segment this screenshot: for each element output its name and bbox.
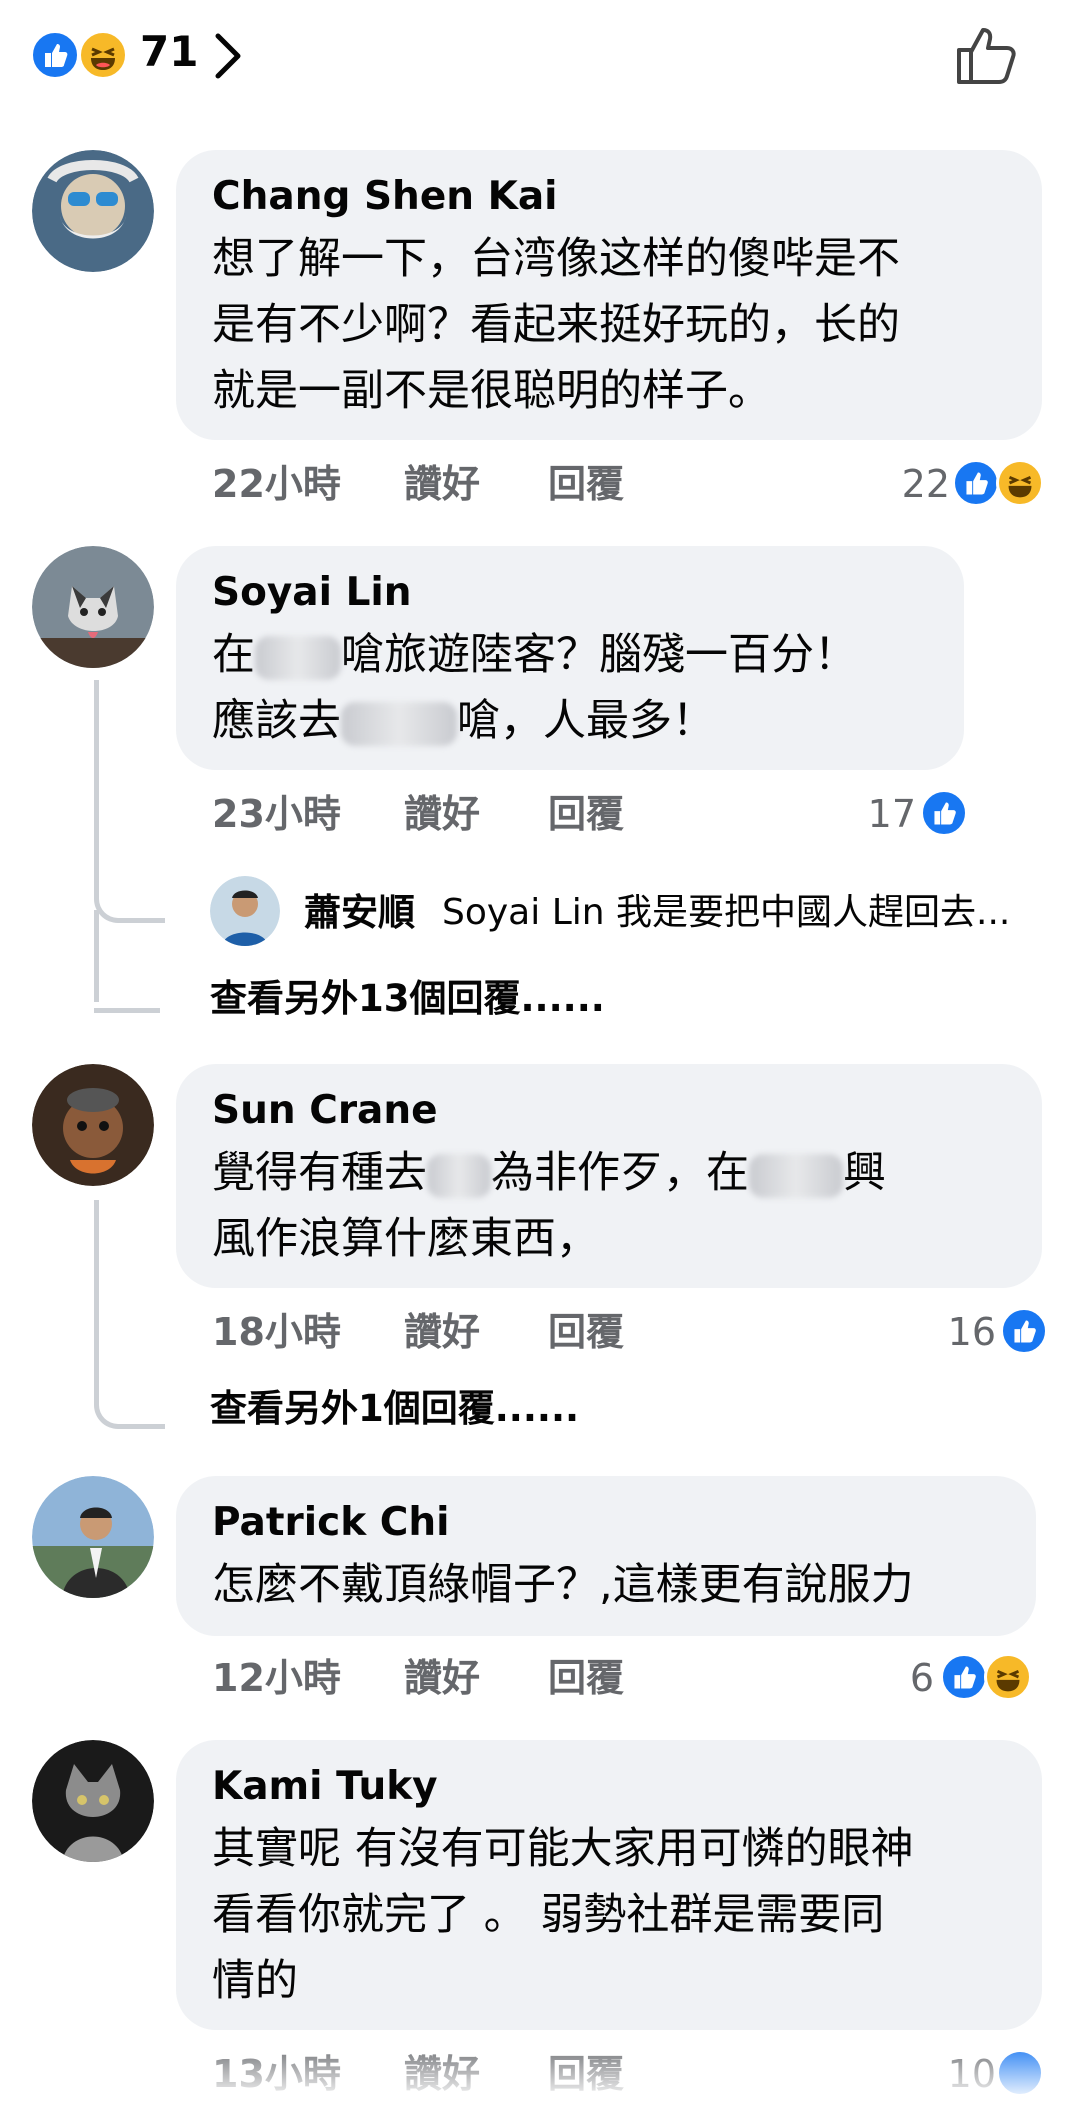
- comment-bubble: Chang Shen Kai 想了解一下，台湾像这样的傻哔是不 是有不少啊？看起…: [176, 150, 1042, 440]
- comment-time: 23小時: [212, 792, 341, 836]
- commenter-name[interactable]: Soyai Lin: [212, 568, 928, 618]
- commenter-name[interactable]: Chang Shen Kai: [212, 172, 1006, 222]
- avatar[interactable]: [32, 1476, 154, 1598]
- reply-preview-text[interactable]: Soyai Lin 我是要把中國人趕回去...: [442, 888, 1010, 938]
- comment-text: 覺得有種去 為非作歹，在 興 風作浪算什麼東西，: [212, 1140, 1006, 1272]
- comment-reaction-count: 10: [947, 2052, 996, 2096]
- comment-reaction-count: 22: [901, 462, 950, 506]
- thread-line: [94, 918, 160, 1013]
- text-fragment: 應該去: [212, 696, 341, 746]
- comment-time: 13小時: [212, 2052, 341, 2096]
- comment-line: 是有不少啊？看起来挺好玩的，长的: [212, 300, 900, 350]
- reaction-count[interactable]: 71: [140, 22, 198, 82]
- reply-comment-button[interactable]: 回覆: [548, 1304, 624, 1360]
- comment-bubble: Sun Crane 覺得有種去 為非作歹，在 興 風作浪算什麼東西，: [176, 1064, 1042, 1288]
- comment-reactions[interactable]: 16: [920, 1304, 1050, 1360]
- like-reaction-icon: [30, 30, 80, 80]
- comment-reactions[interactable]: 6: [860, 1650, 1040, 1706]
- haha-icon: [996, 459, 1044, 507]
- reply-comment-button[interactable]: 回覆: [548, 786, 624, 842]
- like-icon: [952, 459, 1000, 507]
- post-reaction-bar: 71: [0, 0, 1080, 110]
- like-comment-button[interactable]: 讚好: [404, 1304, 480, 1360]
- haha-reaction-icon: [78, 30, 128, 80]
- comment-line: 在 嗆旅遊陸客？腦殘一百分！: [212, 622, 928, 688]
- thread-line: [94, 1200, 165, 1429]
- text-fragment: 覺得有種去: [212, 1148, 427, 1198]
- avatar[interactable]: [32, 150, 154, 272]
- comment-time: 18小時: [212, 1310, 341, 1354]
- comment-actions: 23小時 讚好 回覆: [212, 786, 712, 842]
- comment-actions: 22小時 讚好 回覆: [212, 456, 712, 512]
- reaction-summary[interactable]: [30, 30, 130, 80]
- comment-line: 想了解一下，台湾像这样的傻哔是不: [212, 234, 900, 284]
- comment-line: 怎麼不戴頂綠帽子？,這樣更有說服力: [212, 1560, 914, 1610]
- haha-icon: [984, 1653, 1032, 1701]
- comment-line: 看看你就完了 。 弱勢社群是需要同: [212, 1890, 885, 1940]
- thread-line: [94, 680, 165, 923]
- censor-blur: [341, 701, 457, 746]
- comment-bubble: Kami Tuky 其實呢 有沒有可能大家用可憐的眼神 看看你就完了 。 弱勢社…: [176, 1740, 1042, 2030]
- avatar[interactable]: [32, 1740, 154, 1862]
- comment-line: 風作浪算什麼東西，: [212, 1214, 599, 1264]
- comment-line: 應該去 嗆，人最多！: [212, 688, 928, 754]
- text-fragment: 嗆旅遊陸客？腦殘一百分！: [341, 630, 857, 680]
- reply-comment-button[interactable]: 回覆: [548, 456, 624, 512]
- text-fragment: 嗆，人最多！: [457, 696, 715, 746]
- avatar[interactable]: [210, 876, 280, 946]
- text-fragment: 在: [212, 630, 255, 680]
- text-fragment: 為非作歹，在: [491, 1148, 749, 1198]
- comment-text: 怎麼不戴頂綠帽子？,這樣更有說服力: [212, 1552, 1000, 1618]
- like-icon: [1000, 1307, 1048, 1355]
- censor-blur: [749, 1153, 843, 1198]
- comment-reactions[interactable]: 10: [900, 2046, 1044, 2102]
- comment-reaction-count: 17: [867, 792, 916, 836]
- reply-comment-button[interactable]: 回覆: [548, 2046, 624, 2102]
- comment-time: 22小時: [212, 462, 341, 506]
- like-icon: [996, 2049, 1044, 2097]
- comment-line: 情的: [212, 1956, 298, 2006]
- like-icon: [940, 1653, 988, 1701]
- commenter-name[interactable]: Sun Crane: [212, 1086, 1006, 1136]
- like-comment-button[interactable]: 讚好: [404, 2046, 480, 2102]
- commenter-name[interactable]: Kami Tuky: [212, 1762, 1006, 1812]
- view-more-replies-link[interactable]: 查看另外1個回覆......: [210, 1384, 579, 1434]
- censor-blur: [427, 1153, 491, 1198]
- comment-bubble: Soyai Lin 在 嗆旅遊陸客？腦殘一百分！ 應該去 嗆，人最多！: [176, 546, 964, 770]
- avatar[interactable]: [32, 1064, 154, 1186]
- comment-actions: 18小時 讚好 回覆: [212, 1304, 712, 1360]
- reply-comment-button[interactable]: 回覆: [548, 1650, 624, 1706]
- comment-actions: 12小時 讚好 回覆: [212, 1650, 712, 1706]
- view-more-replies-link[interactable]: 查看另外13個回覆......: [210, 974, 605, 1024]
- comment-text: 其實呢 有沒有可能大家用可憐的眼神 看看你就完了 。 弱勢社群是需要同 情的: [212, 1816, 1006, 2014]
- comment-reactions[interactable]: 17: [840, 786, 970, 842]
- comment-bubble: Patrick Chi 怎麼不戴頂綠帽子？,這樣更有說服力: [176, 1476, 1036, 1636]
- comment-text: 在 嗆旅遊陸客？腦殘一百分！ 應該去 嗆，人最多！: [212, 622, 928, 754]
- reply-author-name[interactable]: 蕭安順: [304, 888, 415, 938]
- avatar[interactable]: [32, 546, 154, 668]
- like-thumb-icon[interactable]: [955, 22, 1021, 86]
- comment-reaction-count: 16: [947, 1310, 996, 1354]
- like-comment-button[interactable]: 讚好: [404, 456, 480, 512]
- comment-line: 就是一副不是很聪明的样子。: [212, 366, 771, 416]
- thread-line: [94, 910, 99, 1002]
- comment-line: 覺得有種去 為非作歹，在 興: [212, 1140, 1006, 1206]
- comment-reactions[interactable]: 22: [860, 456, 1050, 512]
- censor-blur: [255, 635, 341, 680]
- comment-line: 其實呢 有沒有可能大家用可憐的眼神: [212, 1824, 914, 1874]
- like-comment-button[interactable]: 讚好: [404, 786, 480, 842]
- text-fragment: 興: [843, 1148, 886, 1198]
- comment-text: 想了解一下，台湾像这样的傻哔是不 是有不少啊？看起来挺好玩的，长的 就是一副不是…: [212, 226, 1006, 424]
- commenter-name[interactable]: Patrick Chi: [212, 1498, 1000, 1548]
- chevron-right-icon[interactable]: [212, 30, 246, 82]
- like-icon: [920, 789, 968, 837]
- comment-reaction-count: 6: [909, 1656, 934, 1700]
- like-comment-button[interactable]: 讚好: [404, 1650, 480, 1706]
- comment-time: 12小時: [212, 1656, 341, 1700]
- comment-actions: 13小時 讚好 回覆: [212, 2046, 712, 2102]
